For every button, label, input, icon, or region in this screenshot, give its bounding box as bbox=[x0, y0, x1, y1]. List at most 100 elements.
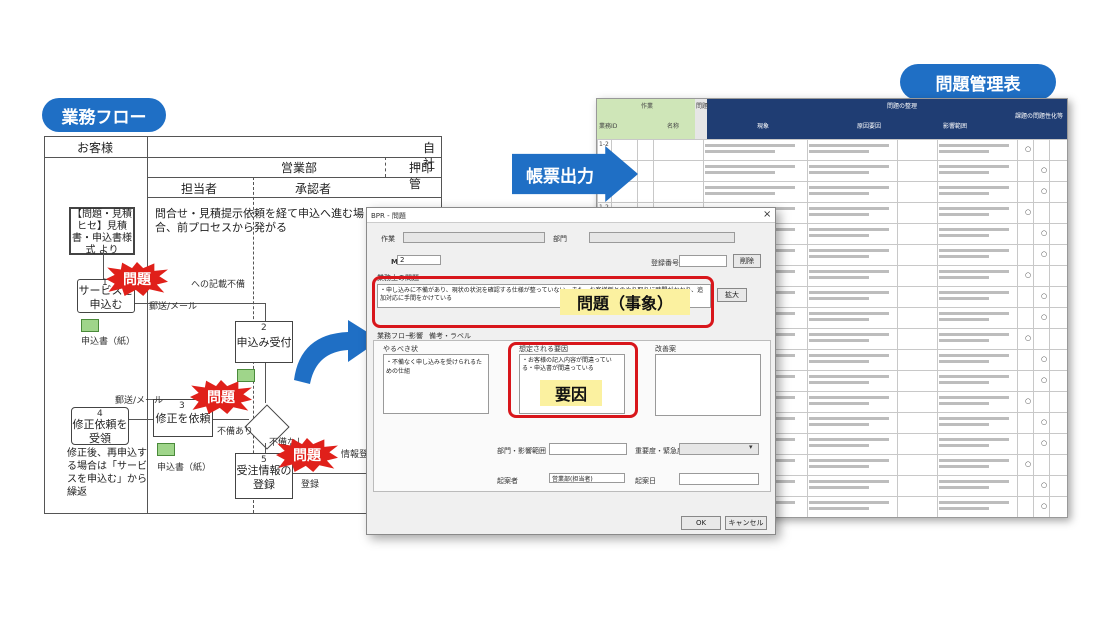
sheet-mark: ○ bbox=[1041, 376, 1048, 384]
sheet-mark: ○ bbox=[1041, 502, 1048, 510]
sheet-cell-text bbox=[809, 165, 889, 168]
author-label: 起案者 bbox=[497, 477, 518, 485]
sheet-col-dept: 影響範囲 bbox=[943, 123, 968, 130]
sheet-cell-text bbox=[939, 417, 1009, 420]
sheet-cell-text bbox=[809, 333, 889, 336]
owner-dept-field[interactable] bbox=[549, 443, 627, 455]
sheet-col-line bbox=[1017, 139, 1018, 517]
ok-button[interactable]: OK bbox=[681, 516, 721, 530]
sheet-cell-text bbox=[939, 291, 1009, 294]
priority-label: 重要度・緊急度 bbox=[635, 447, 684, 455]
priority-select[interactable] bbox=[679, 443, 759, 455]
sheet-mark: ○ bbox=[1025, 271, 1032, 279]
sheet-cell-text bbox=[939, 423, 989, 426]
sheet-mark: ○ bbox=[1025, 145, 1032, 153]
step-4: 4 bbox=[97, 409, 103, 419]
lane-customer: お客様 bbox=[77, 141, 114, 155]
sheet-cell-text bbox=[809, 150, 869, 153]
lane-approver: 承認者 bbox=[295, 182, 332, 196]
author-field[interactable]: 営業部(担当者) bbox=[549, 473, 625, 483]
sheet-cell-text bbox=[705, 165, 795, 168]
sheet-cell-text bbox=[705, 171, 775, 174]
sheet-mark: ○ bbox=[1041, 439, 1048, 447]
sheet-cell-text bbox=[809, 234, 869, 237]
sheet-mark: ○ bbox=[1041, 250, 1048, 258]
sheet-mark: ○ bbox=[1025, 397, 1032, 405]
mail-label: 郵送/メール bbox=[149, 302, 198, 312]
application-doc-label: 申込書（紙） bbox=[81, 337, 136, 347]
dialog-titlebar bbox=[367, 208, 775, 223]
sheet-cell-text bbox=[809, 276, 869, 279]
sheet-col-phenomenon: 現象 bbox=[757, 123, 770, 130]
sheet-mark: ○ bbox=[1041, 355, 1048, 363]
entry-defect-label: への記載不備 bbox=[191, 280, 246, 290]
lane-staff: 担当者 bbox=[181, 182, 218, 196]
dialog-title: BPR - 問題 bbox=[371, 212, 406, 220]
sheet-cell-text bbox=[809, 501, 889, 504]
sheet-cell-text bbox=[939, 360, 989, 363]
defect-label: 不備あり bbox=[217, 427, 254, 437]
sheet-header-work: 作業 bbox=[641, 103, 654, 110]
sheet-mark: ○ bbox=[1041, 292, 1048, 300]
work-label: 作業 bbox=[381, 235, 395, 243]
issue-table-label: 問題管理表 bbox=[900, 64, 1056, 100]
improve-field[interactable] bbox=[655, 354, 761, 416]
delete-button[interactable]: 削除 bbox=[733, 254, 761, 268]
sheet-cell-text bbox=[939, 192, 989, 195]
sheet-cell-text bbox=[705, 192, 775, 195]
regno-label: 登録番号 bbox=[651, 259, 679, 267]
sheet-cell-text bbox=[809, 249, 889, 252]
sheet-cell-text bbox=[939, 270, 1009, 273]
sheet-cell-text bbox=[939, 333, 1009, 336]
sheet-cell-text bbox=[939, 465, 989, 468]
sheet-cell-text bbox=[809, 396, 889, 399]
sheet-cell-text bbox=[809, 354, 889, 357]
lane-print: 押印管 bbox=[409, 161, 434, 191]
sheet-mark: ○ bbox=[1041, 166, 1048, 174]
sheet-col-name: 名称 bbox=[667, 123, 680, 130]
sheet-cell-text bbox=[939, 171, 989, 174]
date-field[interactable] bbox=[679, 473, 759, 485]
sheet-cell-text bbox=[809, 480, 889, 483]
sheet-cell-text bbox=[939, 480, 1009, 483]
sheet-cell-text bbox=[939, 228, 1009, 231]
sheet-cell-text bbox=[939, 438, 1009, 441]
improve-label: 改善案 bbox=[655, 345, 676, 353]
sheet-cell-text bbox=[939, 339, 989, 342]
work-field[interactable] bbox=[403, 232, 545, 243]
step-5: 5 bbox=[261, 455, 267, 465]
sheet-cell-text bbox=[809, 186, 889, 189]
sheet-cell-text bbox=[809, 459, 889, 462]
sheet-cell-text bbox=[939, 150, 989, 153]
date-label: 起案日 bbox=[635, 477, 656, 485]
sheet-cell-text bbox=[939, 396, 1009, 399]
m-field[interactable]: 2 bbox=[397, 255, 441, 265]
chevron-down-icon[interactable]: ▾ bbox=[749, 443, 753, 451]
sheet-cell-text bbox=[939, 249, 1009, 252]
sheet-cell-text bbox=[705, 186, 795, 189]
sheet-cell-text bbox=[939, 276, 989, 279]
sheet-cell-text bbox=[809, 438, 889, 441]
dept-field[interactable] bbox=[589, 232, 735, 243]
output-arrow-label: 帳票出力 bbox=[526, 166, 594, 187]
expand-button[interactable]: 拡大 bbox=[717, 288, 747, 302]
todo-field[interactable]: ・不備なく申し込みを受けられるための仕組 bbox=[383, 354, 489, 414]
close-icon[interactable]: × bbox=[763, 209, 771, 220]
sheet-col-cause: 原因要因 bbox=[857, 123, 882, 130]
sheet-mark: ○ bbox=[1041, 187, 1048, 195]
sheet-mark: ○ bbox=[1025, 334, 1032, 342]
sheet-cell-text bbox=[809, 417, 889, 420]
sheet-header-problem: 問題 bbox=[696, 103, 709, 110]
sheet-cell-text bbox=[939, 381, 989, 384]
sheet-mark: ○ bbox=[1041, 313, 1048, 321]
sheet-col-line bbox=[937, 139, 938, 517]
sheet-cell-text bbox=[705, 150, 775, 153]
cancel-button[interactable]: キャンセル bbox=[725, 516, 767, 530]
application-doc-icon bbox=[81, 319, 99, 332]
sheet-mark: ○ bbox=[1041, 229, 1048, 237]
sheet-cell-text bbox=[939, 255, 989, 258]
sheet-cell-text bbox=[809, 423, 869, 426]
step-2: 2 bbox=[261, 323, 267, 333]
regno-field[interactable] bbox=[679, 255, 727, 267]
cause-callout: 要因 bbox=[540, 380, 602, 406]
